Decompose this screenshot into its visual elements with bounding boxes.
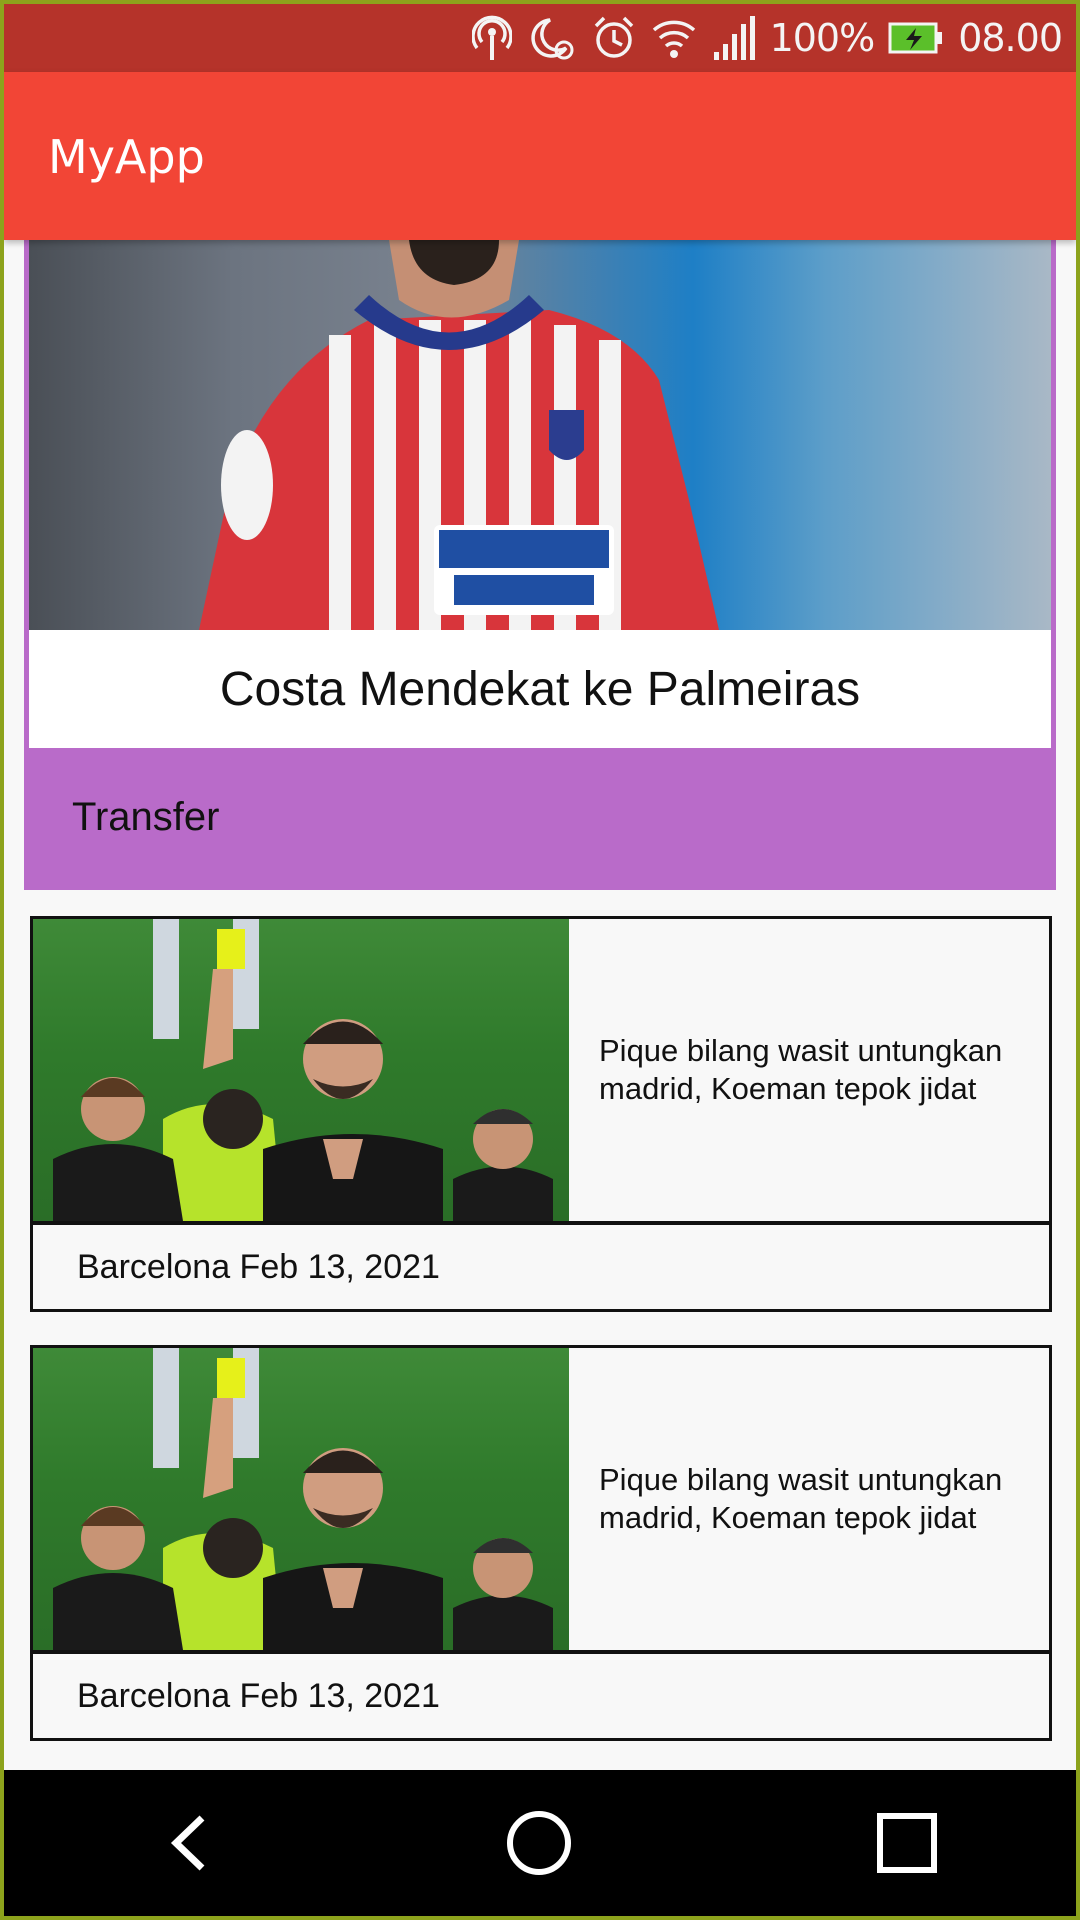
news-headline: Pique bilang wasit untungkan madrid, Koe…	[599, 1462, 1003, 1535]
news-headline: Pique bilang wasit untungkan madrid, Koe…	[599, 1033, 1003, 1106]
featured-article-category: Transfer	[72, 795, 220, 839]
navigation-bar	[4, 1770, 1076, 1916]
alarm-icon	[592, 14, 636, 62]
app-title: MyApp	[48, 130, 205, 184]
battery-percent: 100%	[769, 16, 876, 60]
news-meta: Barcelona Feb 13, 2021	[77, 1247, 440, 1286]
featured-article-body: Costa Mendekat ke Palmeiras	[29, 240, 1051, 748]
back-icon[interactable]	[156, 1808, 226, 1878]
home-icon[interactable]	[504, 1808, 574, 1878]
battery-charging-icon	[888, 20, 944, 56]
do-not-disturb-icon	[526, 14, 578, 62]
status-bar: 100% 08.00	[4, 4, 1076, 72]
featured-article-title: Costa Mendekat ke Palmeiras	[219, 662, 861, 716]
news-card[interactable]: Pique bilang wasit untungkan madrid, Koe…	[30, 916, 1052, 1312]
hotspot-icon	[471, 14, 512, 62]
news-thumbnail	[33, 919, 569, 1221]
wifi-icon	[650, 14, 698, 62]
signal-icon	[712, 14, 756, 62]
featured-article-card[interactable]: Costa Mendekat ke Palmeiras Transfer	[24, 240, 1056, 890]
news-card[interactable]: Pique bilang wasit untungkan madrid, Koe…	[30, 1345, 1052, 1741]
recents-icon[interactable]	[872, 1808, 942, 1878]
featured-article-image	[29, 240, 1051, 630]
screen: 100% 08.00 MyApp Costa Mendekat ke Palme…	[4, 4, 1076, 1916]
app-bar: MyApp	[4, 72, 1076, 240]
news-meta: Barcelona Feb 13, 2021	[77, 1676, 440, 1715]
clock: 08.00	[958, 16, 1063, 60]
news-thumbnail	[33, 1348, 569, 1650]
